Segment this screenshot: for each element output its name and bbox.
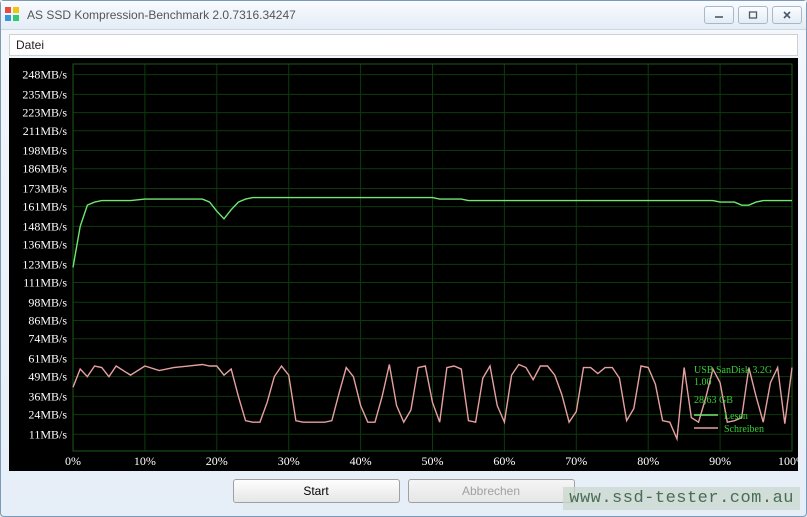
svg-text:USB SanDisk 3.2G: USB SanDisk 3.2G bbox=[694, 365, 772, 376]
chart-svg: 11MB/s 24MB/s 36MB/s 49MB/s 61MB/s 74MB/s 86MB… bbox=[9, 58, 798, 471]
svg-text:36MB/s: 36MB/s bbox=[28, 389, 67, 403]
content-area: Datei 11MB/s 24MB/s 36MB/s 49MB/s 61MB/s 74MB… bbox=[1, 30, 806, 511]
chart: 11MB/s 24MB/s 36MB/s 49MB/s 61MB/s 74MB/s 86MB… bbox=[9, 58, 798, 471]
svg-text:49MB/s: 49MB/s bbox=[28, 370, 67, 384]
svg-text:111MB/s: 111MB/s bbox=[23, 276, 67, 290]
svg-text:80%: 80% bbox=[637, 454, 659, 468]
cancel-button: Abbrechen bbox=[408, 479, 575, 503]
svg-text:235MB/s: 235MB/s bbox=[22, 87, 67, 101]
svg-text:Schreiben: Schreiben bbox=[724, 424, 764, 435]
titlebar: AS SSD Kompression-Benchmark 2.0.7316.34… bbox=[1, 1, 806, 30]
svg-text:50%: 50% bbox=[422, 454, 444, 468]
svg-text:1.00: 1.00 bbox=[694, 377, 712, 388]
maximize-button[interactable] bbox=[738, 6, 768, 24]
app-window: AS SSD Kompression-Benchmark 2.0.7316.34… bbox=[0, 0, 807, 517]
svg-text:28,63 GB: 28,63 GB bbox=[694, 395, 733, 406]
svg-text:10%: 10% bbox=[134, 454, 156, 468]
svg-text:40%: 40% bbox=[350, 454, 372, 468]
svg-text:123MB/s: 123MB/s bbox=[22, 257, 67, 271]
start-button[interactable]: Start bbox=[233, 479, 400, 503]
svg-text:20%: 20% bbox=[206, 454, 228, 468]
close-button[interactable] bbox=[772, 6, 802, 24]
svg-text:24MB/s: 24MB/s bbox=[28, 408, 67, 422]
svg-text:173MB/s: 173MB/s bbox=[22, 181, 67, 195]
svg-text:11MB/s: 11MB/s bbox=[29, 427, 68, 441]
window-title: AS SSD Kompression-Benchmark 2.0.7316.34… bbox=[27, 8, 704, 22]
svg-text:86MB/s: 86MB/s bbox=[28, 313, 67, 327]
svg-text:74MB/s: 74MB/s bbox=[28, 332, 67, 346]
svg-text:211MB/s: 211MB/s bbox=[23, 124, 68, 138]
menubar: Datei bbox=[9, 34, 798, 56]
svg-text:223MB/s: 223MB/s bbox=[22, 106, 67, 120]
svg-text:161MB/s: 161MB/s bbox=[22, 200, 67, 214]
window-controls bbox=[704, 6, 802, 24]
start-button-label: Start bbox=[303, 484, 328, 498]
svg-text:148MB/s: 148MB/s bbox=[22, 219, 67, 233]
svg-text:136MB/s: 136MB/s bbox=[22, 238, 67, 252]
cancel-button-label: Abbrechen bbox=[462, 484, 520, 498]
minimize-button[interactable] bbox=[704, 6, 734, 24]
svg-text:186MB/s: 186MB/s bbox=[22, 162, 67, 176]
svg-text:198MB/s: 198MB/s bbox=[22, 144, 67, 158]
svg-text:61MB/s: 61MB/s bbox=[28, 351, 67, 365]
svg-text:70%: 70% bbox=[565, 454, 587, 468]
svg-text:248MB/s: 248MB/s bbox=[22, 68, 67, 82]
svg-text:30%: 30% bbox=[278, 454, 300, 468]
svg-text:100%: 100% bbox=[778, 454, 798, 468]
svg-text:0%: 0% bbox=[65, 454, 81, 468]
app-icon bbox=[5, 7, 21, 23]
svg-text:Lesen: Lesen bbox=[724, 411, 748, 422]
svg-text:90%: 90% bbox=[709, 454, 731, 468]
svg-text:60%: 60% bbox=[493, 454, 515, 468]
svg-text:98MB/s: 98MB/s bbox=[28, 295, 67, 309]
menu-file[interactable]: Datei bbox=[16, 38, 44, 52]
button-row: Start Abbrechen bbox=[9, 471, 798, 511]
